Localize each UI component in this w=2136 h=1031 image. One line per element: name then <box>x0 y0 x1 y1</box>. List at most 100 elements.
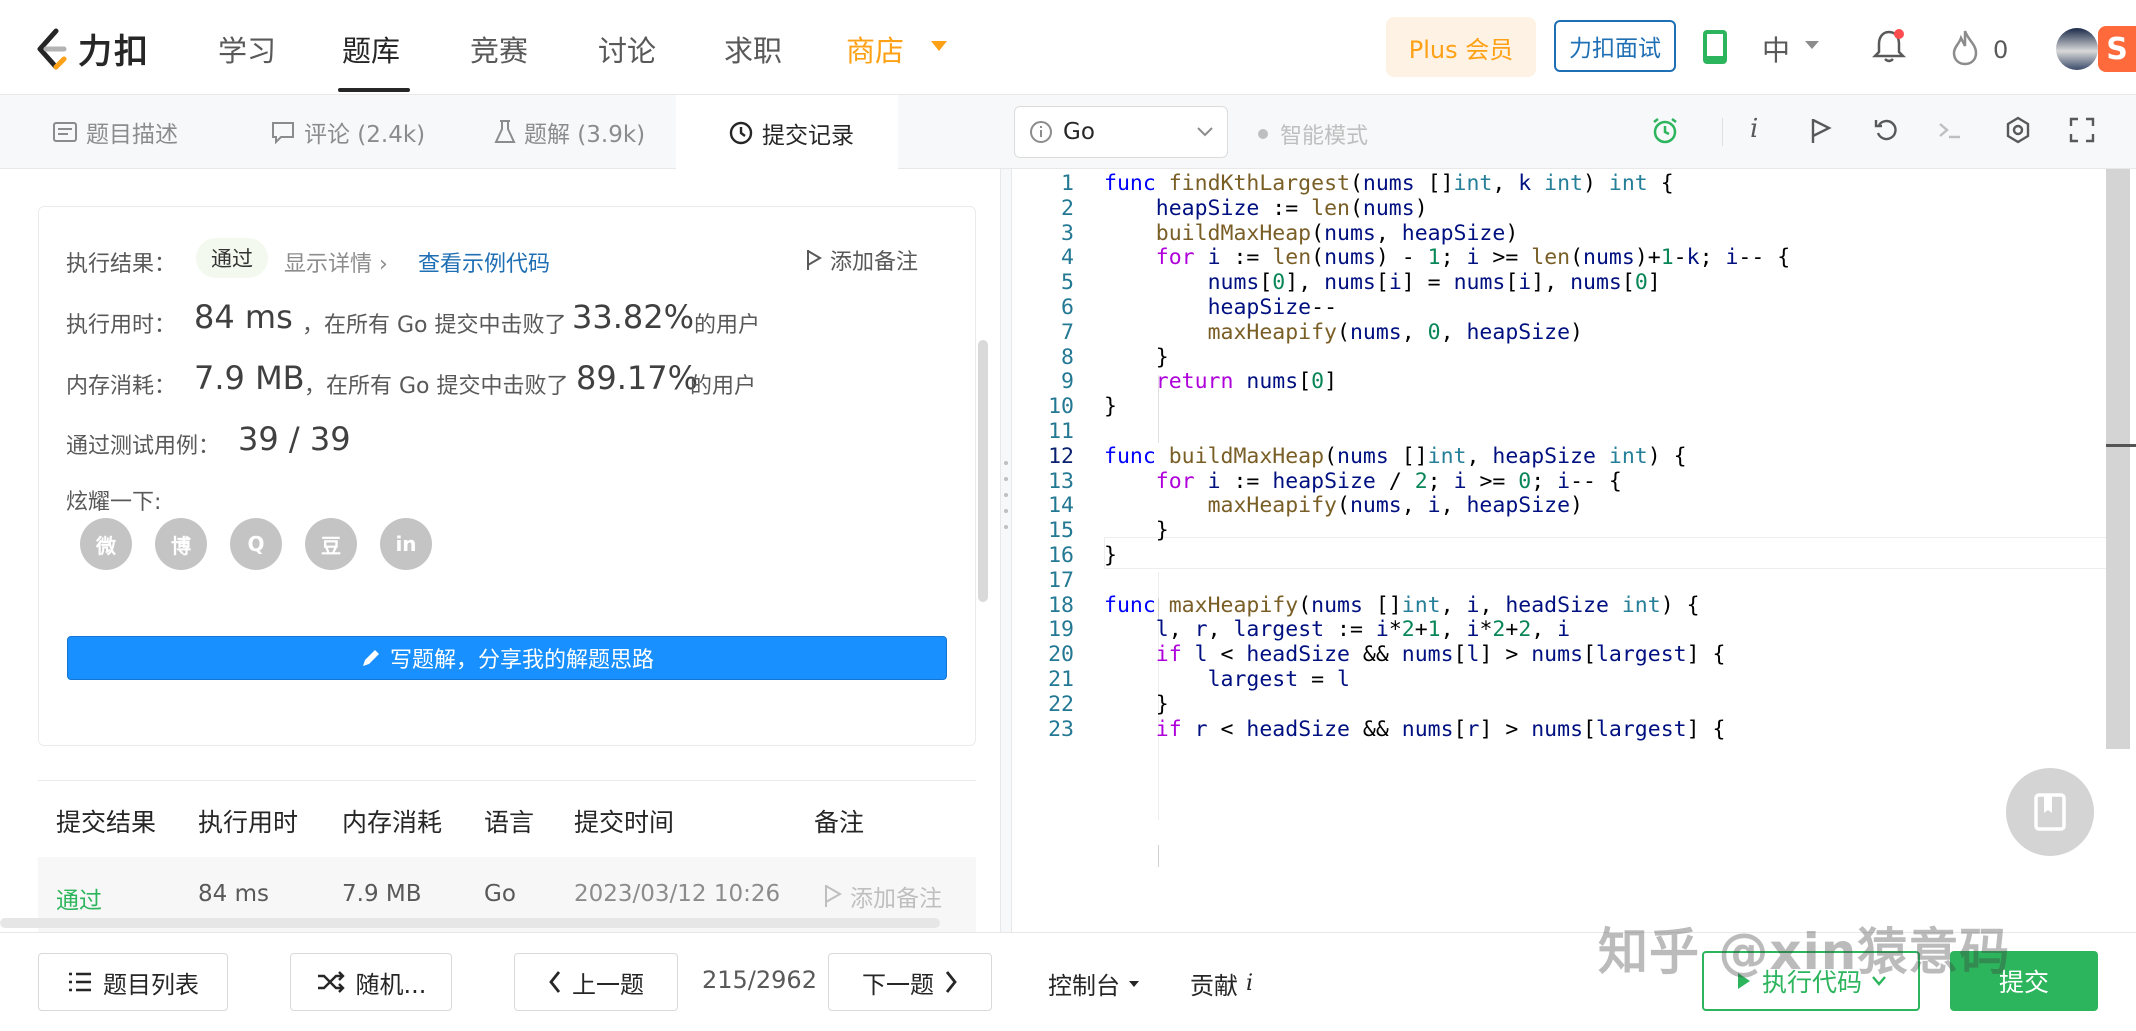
code-line[interactable]: } <box>1104 345 1169 370</box>
plus-member-button[interactable]: Plus 会员 <box>1386 17 1536 77</box>
line-number: 15 <box>1048 518 1074 544</box>
line-number: 8 <box>1061 344 1074 370</box>
random-button[interactable]: 随机... <box>290 953 452 1011</box>
line-number: 23 <box>1048 716 1074 742</box>
code-line[interactable]: for i := heapSize / 2; i >= 0; i-- { <box>1104 469 1622 494</box>
tests-value: 39 / 39 <box>238 420 351 458</box>
column-header[interactable]: 执行用时 <box>198 803 298 839</box>
left-horizontal-scrollbar[interactable] <box>0 918 940 928</box>
logo[interactable]: 力扣 <box>34 24 150 73</box>
alarm-clock-icon[interactable] <box>1650 116 1680 146</box>
wechat-icon[interactable]: 微 <box>80 518 132 570</box>
code-editor[interactable]: 1 2 3 4 5 6 7 8 9 10 11 12 13 14 15 16 17 18 19 20 21 22 23 fu… <box>1012 169 2136 932</box>
bell-icon[interactable] <box>1872 28 1906 64</box>
fullscreen-icon[interactable] <box>2068 116 2096 144</box>
row-time: 84 ms <box>198 881 269 907</box>
write-solution-button[interactable]: 写题解，分享我的解题思路 <box>67 636 947 680</box>
problem-list-button[interactable]: 题目列表 <box>38 953 228 1011</box>
linkedin-icon[interactable]: in <box>380 518 432 570</box>
column-header[interactable]: 语言 <box>484 803 534 839</box>
qq-icon[interactable]: Q <box>230 518 282 570</box>
code-line[interactable]: heapSize := len(nums) <box>1104 196 1428 221</box>
flag-icon[interactable] <box>1808 116 1834 146</box>
reset-icon[interactable] <box>1872 116 1900 144</box>
fire-icon[interactable] <box>1950 28 1980 66</box>
add-note-button[interactable]: 添加备注 <box>804 244 918 276</box>
weibo-icon[interactable]: 博 <box>155 518 207 570</box>
code-line[interactable]: l, r, largest := i*2+1, i*2+2, i <box>1104 617 1570 642</box>
settings-icon[interactable] <box>2004 116 2032 144</box>
column-header[interactable]: 备注 <box>814 803 864 839</box>
store-caret-icon[interactable] <box>930 40 948 52</box>
column-header[interactable]: 提交时间 <box>574 803 674 839</box>
code-line[interactable]: func findKthLargest(nums []int, k int) i… <box>1104 171 1674 196</box>
sogou-ime-icon[interactable]: S <box>2098 26 2136 72</box>
top-navbar: 力扣 学习 题库 竞赛 讨论 求职 商店 Plus 会员 力扣面试 中 0 S <box>0 0 2136 95</box>
code-line[interactable]: buildMaxHeap(nums, heapSize) <box>1104 221 1518 246</box>
notes-fab[interactable] <box>2006 768 2094 856</box>
interview-button[interactable]: 力扣面试 <box>1554 20 1676 72</box>
nav-store[interactable]: 商店 <box>846 28 904 70</box>
memory-value: 7.9 MB <box>194 359 305 397</box>
row-date: 2023/03/12 10:26 <box>574 881 781 907</box>
sample-code-link[interactable]: 查看示例代码 <box>418 246 550 278</box>
nav-jobs[interactable]: 求职 <box>724 28 782 70</box>
chevron-left-icon <box>549 971 561 993</box>
time-text: ，在所有 Go 提交中击败了 <box>302 313 567 338</box>
editor-scrollbar[interactable] <box>2106 169 2130 749</box>
smart-mode-toggle[interactable]: 智能模式 <box>1258 118 1368 150</box>
nav-problems[interactable]: 题库 <box>342 28 400 70</box>
code-line[interactable]: } <box>1104 518 1169 543</box>
line-number: 19 <box>1048 617 1074 643</box>
prev-problem-button[interactable]: 上一题 <box>514 953 678 1011</box>
comment-icon <box>272 122 294 144</box>
code-line[interactable]: func buildMaxHeap(nums []int, heapSize i… <box>1104 444 1687 469</box>
row-status[interactable]: 通过 <box>56 881 102 915</box>
code-line[interactable]: } <box>1104 394 1117 419</box>
nav-contest[interactable]: 竞赛 <box>470 28 528 70</box>
code-line[interactable]: nums[0], nums[i] = nums[i], nums[0] <box>1104 270 1661 295</box>
code-line[interactable]: } <box>1104 692 1169 717</box>
left-scrollbar[interactable] <box>978 340 988 602</box>
douban-icon[interactable]: 豆 <box>305 518 357 570</box>
next-problem-button[interactable]: 下一题 <box>828 953 992 1011</box>
tab-comments[interactable]: 评论 (2.4k) <box>270 95 425 169</box>
watermark: 知乎 @xin猿意码 <box>1598 923 2011 981</box>
smart-mode-dot <box>1258 129 1268 139</box>
time-value: 84 ms <box>194 298 293 336</box>
panel-splitter[interactable] <box>1000 169 1012 932</box>
nav-study[interactable]: 学习 <box>218 28 276 70</box>
row-language: Go <box>484 881 516 907</box>
code-line[interactable]: if r < headSize && nums[r] > nums[larges… <box>1104 717 1726 742</box>
info-circle-icon <box>1030 121 1052 143</box>
language-caret-icon[interactable] <box>1804 40 1820 50</box>
column-header[interactable]: 提交结果 <box>56 803 156 839</box>
code-line[interactable]: for i := len(nums) - 1; i >= len(nums)+1… <box>1104 245 1790 270</box>
line-number: 17 <box>1048 567 1074 593</box>
code-line[interactable]: heapSize-- <box>1104 295 1337 320</box>
code-line[interactable]: } <box>1104 543 1117 568</box>
column-header[interactable]: 内存消耗 <box>342 803 442 839</box>
nav-discuss[interactable]: 讨论 <box>598 28 656 70</box>
tab-solutions[interactable]: 题解 (3.9k) <box>494 95 645 169</box>
show-detail-link[interactable]: 显示详情 › <box>284 246 388 278</box>
code-line[interactable]: return nums[0] <box>1104 369 1337 394</box>
contribute-button[interactable]: 贡献 i <box>1190 966 1253 1001</box>
line-number: 6 <box>1061 295 1074 320</box>
code-line[interactable]: maxHeapify(nums, i, heapSize) <box>1104 493 1583 518</box>
console-toggle[interactable]: 控制台 <box>1048 966 1140 1001</box>
avatar[interactable] <box>2056 28 2098 70</box>
language-switch[interactable]: 中 <box>1762 29 1790 69</box>
code-line[interactable]: maxHeapify(nums, 0, heapSize) <box>1104 320 1583 345</box>
row-add-note[interactable]: 添加备注 <box>822 879 942 913</box>
terminal-icon[interactable] <box>1936 116 1964 144</box>
tab-submissions-label: 提交记录 <box>762 122 854 149</box>
code-line[interactable]: if l < headSize && nums[l] > nums[larges… <box>1104 642 1726 667</box>
mobile-icon[interactable] <box>1700 28 1730 66</box>
code-line[interactable]: largest = l <box>1104 667 1350 692</box>
tab-description[interactable]: 题目描述 <box>52 95 178 169</box>
code-line[interactable]: func maxHeapify(nums []int, i, headSize … <box>1104 593 1700 618</box>
info-icon[interactable]: i <box>1750 114 1758 144</box>
tab-submissions[interactable]: 提交记录 <box>676 95 898 170</box>
language-select[interactable]: Go <box>1014 106 1228 158</box>
